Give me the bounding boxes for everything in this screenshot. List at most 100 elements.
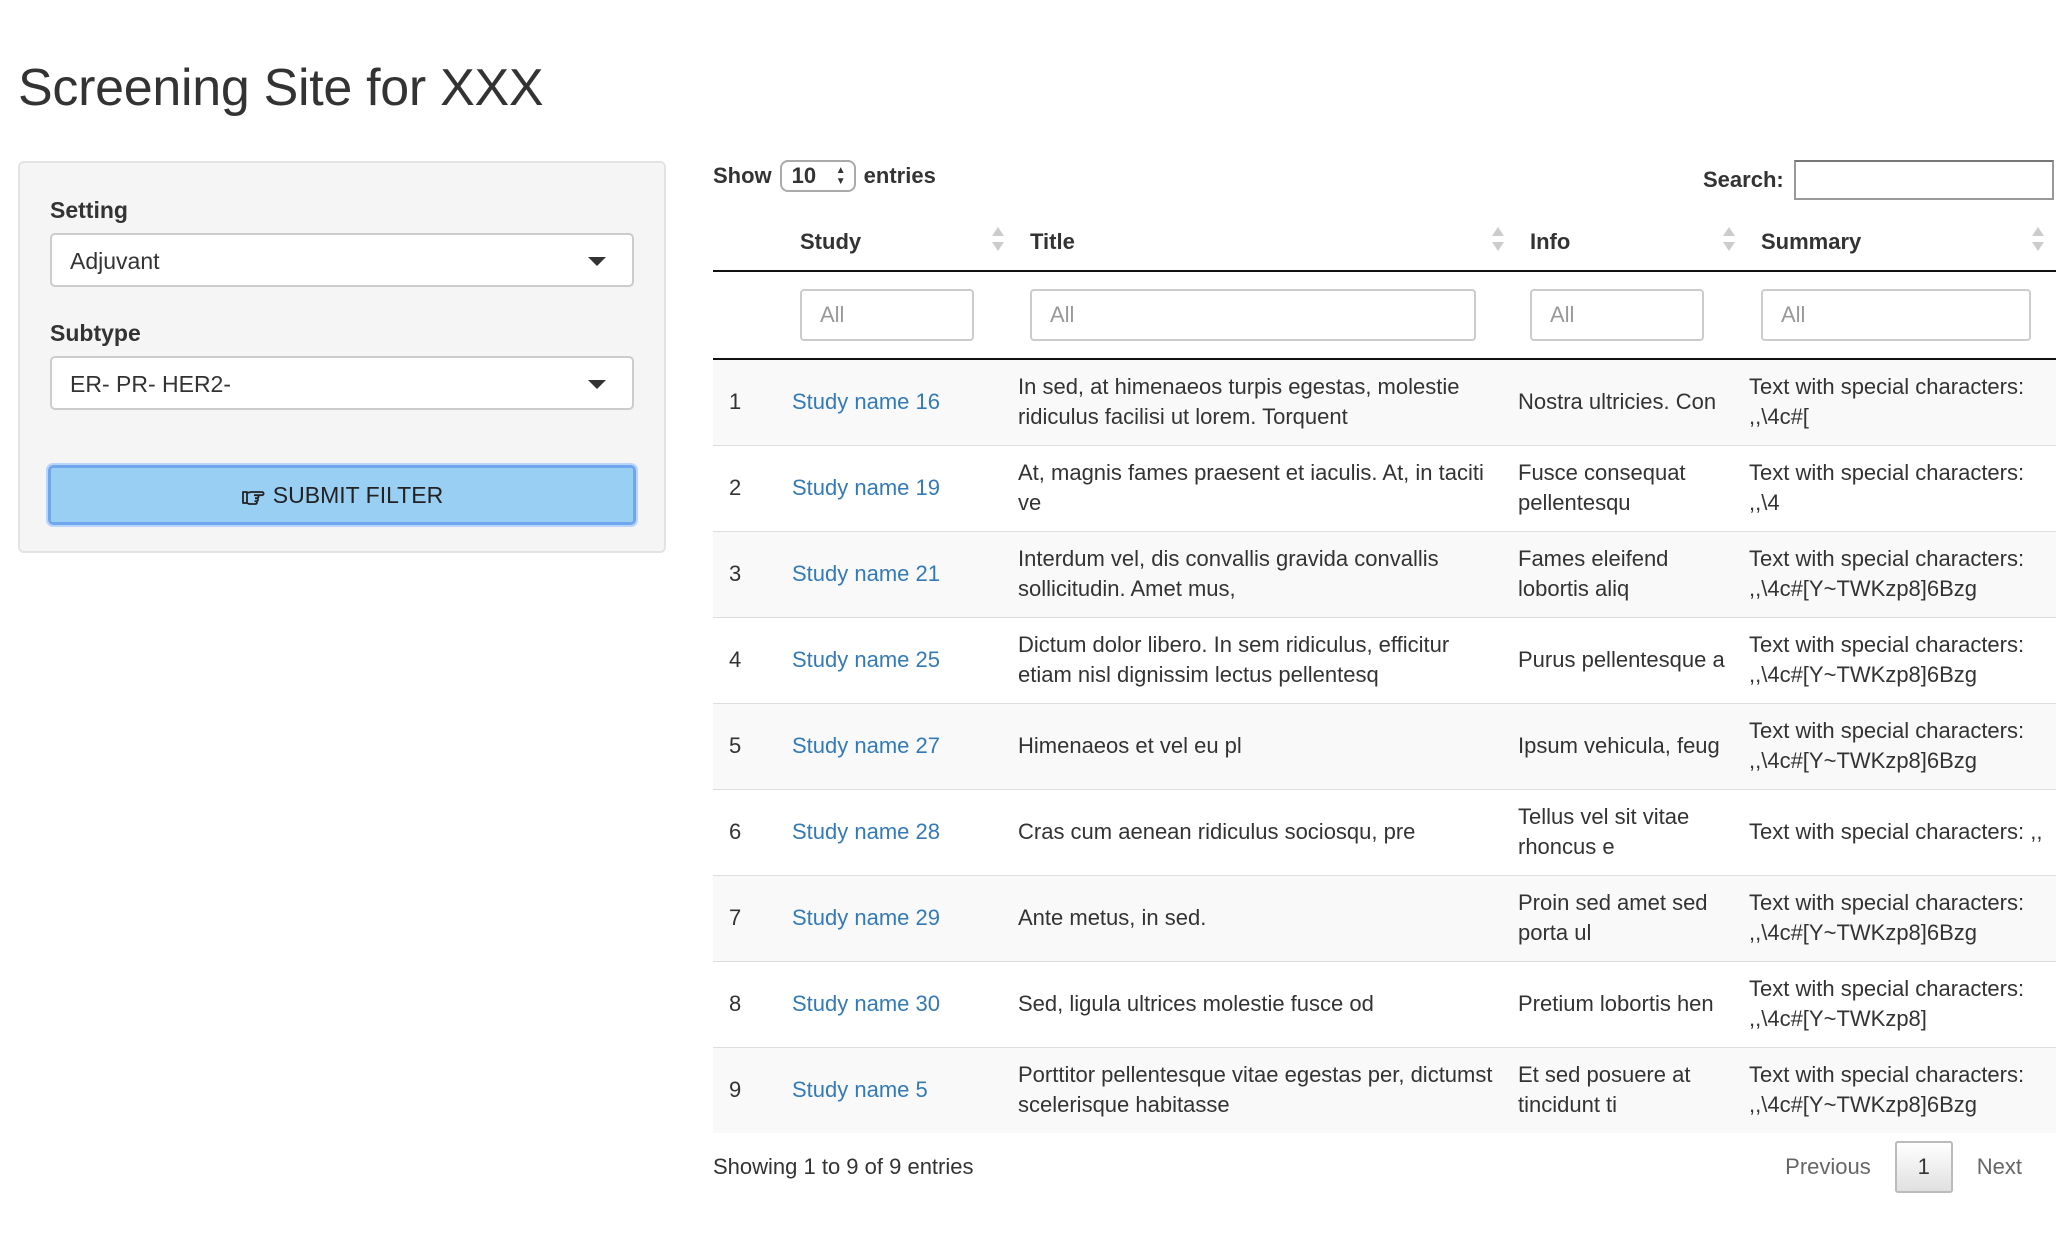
study-link[interactable]: Study name 19 [790,475,940,500]
page-length-select[interactable]: 10 ▲ ▼ [779,160,856,192]
filter-cell-summary: All [1747,271,2056,360]
table-row: 1 Study name 16 In sed, at himenaeos tur… [713,358,2056,445]
study-link[interactable]: Study name 5 [790,1077,928,1102]
subtype-value: ER- PR- HER2- [70,371,232,397]
search-label: Search: [1703,167,1784,192]
sort-icon [2032,227,2044,251]
table-row: 9 Study name 5 Porttitor pellentesque vi… [713,1046,2056,1133]
column-header-info[interactable]: Info [1516,213,1747,272]
info-cell: Purus pellentesque a [1516,616,1747,703]
info-cell: Tellus vel sit vitae rhoncus e [1516,788,1747,875]
info-cell: Nostra ultricies. Con [1516,358,1747,445]
row-number: 5 [713,702,786,789]
summary-cell: Text with special characters: ,,\4c#[Y~T… [1747,874,2056,961]
search-input[interactable] [1793,160,2054,200]
row-number: 3 [713,530,786,617]
chevron-down-icon [588,380,606,389]
summary-filter-input[interactable]: All [1761,289,2031,341]
sort-icon [992,227,1004,251]
summary-cell: Text with special characters: ,, [1747,788,2056,875]
table-row: 5 Study name 27 Himenaeos et vel eu pl I… [713,702,2056,789]
setting-select[interactable]: Adjuvant [50,233,634,287]
study-link[interactable]: Study name 16 [790,389,940,414]
study-cell: Study name 30 [786,960,1016,1047]
sort-icon [1492,227,1504,251]
table-row: 4 Study name 25 Dictum dolor libero. In … [713,616,2056,703]
table-search: Search: [1703,160,2054,200]
setting-value: Adjuvant [70,248,160,274]
table-info: Showing 1 to 9 of 9 entries [713,1154,974,1179]
title-filter-input[interactable]: All [1030,289,1476,341]
filter-panel: Setting Adjuvant Subtype ER- PR- HER2- S… [18,161,666,553]
submit-filter-button[interactable]: SUBMIT FILTER [46,463,638,527]
page-button-current[interactable]: 1 [1894,1141,1953,1193]
sort-icon [1723,227,1735,251]
summary-cell: Text with special characters: ,,\4c#[Y~T… [1747,530,2056,617]
previous-button[interactable]: Previous [1761,1141,1895,1193]
table-row: 7 Study name 29 Ante metus, in sed. Proi… [713,874,2056,961]
column-header-label: Study [800,229,862,254]
title-cell: Dictum dolor libero. In sem ridiculus, e… [1016,616,1516,703]
title-cell: Porttitor pellentesque vitae egestas per… [1016,1046,1516,1133]
title-cell: Himenaeos et vel eu pl [1016,702,1516,789]
filter-cell-title: All [1016,271,1516,360]
filter-cell-study: All [786,271,1016,360]
row-number: 8 [713,960,786,1047]
title-cell: Ante metus, in sed. [1016,874,1516,961]
info-cell: Fames eleifend lobortis aliq [1516,530,1747,617]
column-header-summary[interactable]: Summary [1747,213,2056,272]
study-link[interactable]: Study name 30 [790,991,940,1016]
row-number-header [713,213,786,272]
column-header-title[interactable]: Title [1016,213,1516,272]
filter-cell-empty [713,271,786,360]
updown-arrows-icon: ▲ ▼ [835,165,846,187]
summary-cell: Text with special characters: ,,\4c#[Y~T… [1747,616,2056,703]
title-cell: In sed, at himenaeos turpis egestas, mol… [1016,358,1516,445]
summary-cell: Text with special characters: ,,\4c#[Y~T… [1747,1046,2056,1133]
column-header-label: Info [1530,229,1571,254]
row-number: 4 [713,616,786,703]
info-cell: Et sed posuere at tincidunt ti [1516,1046,1747,1133]
study-cell: Study name 16 [786,358,1016,445]
title-cell: Cras cum aenean ridiculus sociosqu, pre [1016,788,1516,875]
submit-filter-label: SUBMIT FILTER [272,481,444,508]
table-body: 1 Study name 16 In sed, at himenaeos tur… [713,358,2056,1133]
entries-label: entries [863,163,936,188]
info-cell: Proin sed amet sed porta ul [1516,874,1747,961]
page-length-control: Show 10 ▲ ▼ entries [713,160,936,192]
table-row: 2 Study name 19 At, magnis fames praesen… [713,444,2056,531]
row-number: 2 [713,444,786,531]
table-row: 6 Study name 28 Cras cum aenean ridiculu… [713,788,2056,875]
title-cell: Interdum vel, dis convallis gravida conv… [1016,530,1516,617]
study-cell: Study name 25 [786,616,1016,703]
table-row: 3 Study name 21 Interdum vel, dis conval… [713,530,2056,617]
study-cell: Study name 21 [786,530,1016,617]
hand-pointing-icon [241,491,265,505]
summary-cell: Text with special characters: ,,\4c#[Y~T… [1747,960,2056,1047]
study-cell: Study name 27 [786,702,1016,789]
info-cell: Fusce consequat pellentesqu [1516,444,1747,531]
study-link[interactable]: Study name 25 [790,647,940,672]
study-link[interactable]: Study name 21 [790,561,940,586]
info-filter-input[interactable]: All [1530,289,1704,341]
show-label: Show [713,163,772,188]
info-cell: Ipsum vehicula, feug [1516,702,1747,789]
row-number: 1 [713,358,786,445]
column-header-study[interactable]: Study [786,213,1016,272]
next-button[interactable]: Next [1953,1141,2046,1193]
column-header-label: Title [1030,229,1075,254]
row-number: 9 [713,1046,786,1133]
subtype-label: Subtype [50,320,141,346]
page-title: Screening Site for XXX [18,59,544,117]
title-cell: At, magnis fames praesent et iaculis. At… [1016,444,1516,531]
column-header-label: Summary [1761,229,1862,254]
study-link[interactable]: Study name 27 [790,733,940,758]
study-link[interactable]: Study name 28 [790,819,940,844]
study-link[interactable]: Study name 29 [790,905,940,930]
table-row: 8 Study name 30 Sed, ligula ultrices mol… [713,960,2056,1047]
page-length-value: 10 [791,163,817,188]
study-cell: Study name 5 [786,1046,1016,1133]
subtype-select[interactable]: ER- PR- HER2- [50,356,634,410]
study-cell: Study name 28 [786,788,1016,875]
study-filter-input[interactable]: All [800,289,974,341]
